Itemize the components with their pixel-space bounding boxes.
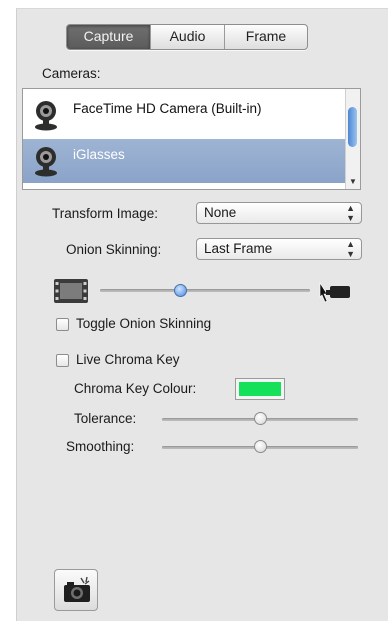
tab-audio[interactable]: Audio xyxy=(151,25,225,49)
camera-item-iglasses[interactable]: iGlasses xyxy=(23,139,345,183)
tab-bar: Capture Audio Frame xyxy=(66,24,308,50)
camera-icon xyxy=(319,281,350,303)
film-frame-icon xyxy=(54,279,88,303)
tolerance-slider-knob[interactable] xyxy=(253,412,267,425)
onion-slider-track[interactable] xyxy=(100,289,310,292)
chroma-key-colour-well[interactable] xyxy=(235,378,285,400)
onion-skinning-label: Onion Skinning: xyxy=(66,242,162,257)
onion-slider-knob[interactable] xyxy=(174,284,187,297)
transform-image-value: None xyxy=(204,205,237,220)
camera-list[interactable]: FaceTime HD Camera (Built-in) iGlasses ▼ xyxy=(22,88,361,190)
camera-list-scrollbar[interactable]: ▼ xyxy=(345,89,360,189)
live-chroma-key-label: Live Chroma Key xyxy=(76,352,180,367)
colour-fill xyxy=(239,382,281,396)
transform-image-select[interactable]: None ▲ ▼ xyxy=(196,202,362,224)
updown-chevron-icon: ▲ ▼ xyxy=(346,203,355,223)
transform-image-label: Transform Image: xyxy=(52,206,159,221)
camera-name: iGlasses xyxy=(73,147,125,162)
toggle-onion-checkbox[interactable] xyxy=(56,318,69,331)
webcam-icon xyxy=(35,101,57,131)
onion-skinning-select[interactable]: Last Frame ▲ ▼ xyxy=(196,238,362,260)
updown-chevron-icon: ▲ ▼ xyxy=(346,239,355,259)
live-chroma-key-checkbox[interactable] xyxy=(56,354,69,367)
snapshot-button[interactable] xyxy=(54,569,98,611)
smoothing-slider-knob[interactable] xyxy=(253,440,267,453)
tolerance-label: Tolerance: xyxy=(74,411,137,426)
tab-capture[interactable]: Capture xyxy=(67,25,151,49)
webcam-icon xyxy=(35,147,57,177)
toggle-onion-label: Toggle Onion Skinning xyxy=(76,316,212,331)
camera-name: FaceTime HD Camera (Built-in) xyxy=(73,101,262,116)
scroll-down-arrow-icon[interactable]: ▼ xyxy=(349,177,357,186)
camera-item-facetime[interactable]: FaceTime HD Camera (Built-in) xyxy=(23,93,345,137)
onion-skinning-value: Last Frame xyxy=(204,241,273,256)
tab-frame[interactable]: Frame xyxy=(225,25,307,49)
scrollbar-thumb[interactable] xyxy=(348,107,357,147)
cameras-label: Cameras: xyxy=(42,66,101,81)
smoothing-label: Smoothing: xyxy=(66,439,135,454)
chroma-key-colour-label: Chroma Key Colour: xyxy=(74,381,197,396)
camera-snapshot-icon xyxy=(64,576,90,602)
